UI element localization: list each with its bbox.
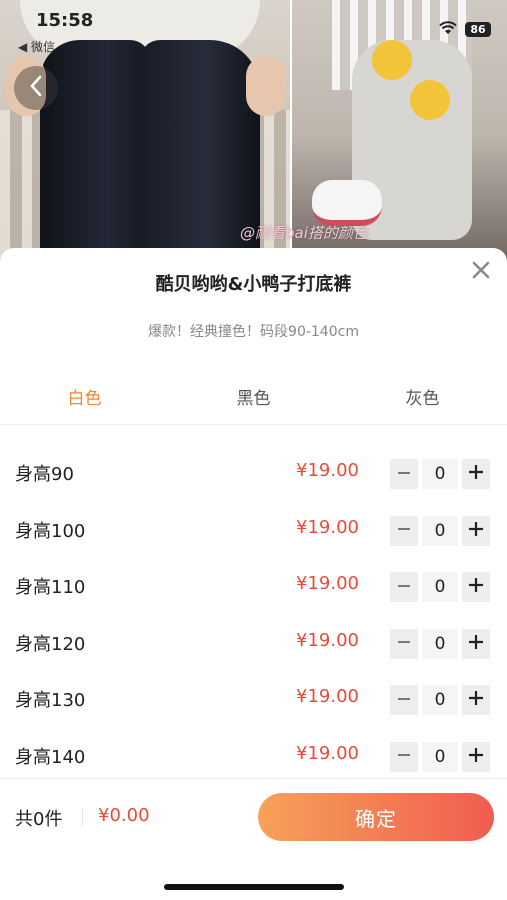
decrease-button[interactable] — [390, 741, 418, 772]
quantity-input[interactable]: 0 — [422, 741, 458, 772]
quantity-input[interactable]: 0 — [422, 515, 458, 546]
decrease-button[interactable] — [390, 572, 418, 602]
increase-button[interactable] — [462, 459, 490, 489]
minus-icon — [397, 747, 411, 766]
decrease-button[interactable] — [390, 515, 418, 546]
plus-icon — [468, 577, 484, 597]
increase-button[interactable] — [462, 685, 490, 715]
size-price: ¥19.00 — [296, 516, 359, 538]
increase-button[interactable] — [462, 741, 490, 772]
quantity-stepper: 0 — [390, 741, 490, 772]
product-photo: @耐看bai搭的颜色 — [0, 0, 507, 270]
increase-button[interactable] — [462, 628, 490, 659]
quantity-input[interactable]: 0 — [422, 685, 458, 715]
color-tabs: 白色 黑色 灰色 — [0, 376, 507, 422]
status-back-to-app[interactable]: ◀ 微信 — [18, 38, 55, 55]
home-indicator[interactable] — [164, 884, 344, 890]
wifi-icon — [439, 20, 457, 39]
size-row: 身高110 ¥19.00 0 — [0, 559, 507, 616]
minus-icon — [397, 521, 411, 540]
plus-icon — [468, 521, 484, 541]
size-label: 身高140 — [15, 746, 86, 768]
size-row: 身高90 ¥19.00 0 — [0, 446, 507, 503]
quantity-input[interactable]: 0 — [422, 459, 458, 489]
size-label: 身高100 — [15, 520, 86, 542]
product-title: 酷贝哟哟&小鸭子打底裤 — [155, 274, 352, 295]
quantity-input[interactable]: 0 — [422, 572, 458, 602]
quantity-stepper: 0 — [390, 572, 490, 602]
decrease-button[interactable] — [390, 685, 418, 715]
plus-icon — [468, 464, 484, 484]
tab-black[interactable]: 黑色 — [169, 376, 338, 422]
tab-white[interactable]: 白色 — [0, 376, 169, 422]
minus-icon — [397, 465, 411, 484]
plus-icon — [468, 690, 484, 710]
plus-icon — [468, 747, 484, 767]
size-label: 身高120 — [15, 633, 86, 655]
quantity-stepper: 0 — [390, 515, 490, 546]
tabs-divider — [0, 424, 507, 425]
battery-indicator: 86 — [465, 22, 491, 37]
size-price: ¥19.00 — [296, 629, 359, 651]
quantity-input[interactable]: 0 — [422, 628, 458, 659]
size-row: 身高100 ¥19.00 0 — [0, 503, 507, 560]
increase-button[interactable] — [462, 572, 490, 602]
decrease-button[interactable] — [390, 628, 418, 659]
tab-gray[interactable]: 灰色 — [338, 376, 507, 422]
status-time: 15:58 — [36, 10, 94, 31]
size-price: ¥19.00 — [296, 460, 359, 481]
quantity-stepper: 0 — [390, 685, 490, 715]
size-price: ¥19.00 — [296, 742, 359, 764]
footer-separator — [82, 808, 83, 826]
total-price: ¥0.00 — [98, 805, 150, 826]
size-row: 身高140 ¥19.00 0 — [0, 729, 507, 786]
size-price: ¥19.00 — [296, 686, 359, 707]
plus-icon — [468, 634, 484, 654]
minus-icon — [397, 578, 411, 597]
product-subtitle: 爆款！经典撞色！码段90-140cm — [148, 324, 359, 340]
size-row: 身高120 ¥19.00 0 — [0, 616, 507, 673]
size-label: 身高130 — [15, 690, 86, 711]
size-list: 身高90 ¥19.00 0 身高100 ¥19.00 0 身高110 ¥19.0… — [0, 446, 507, 785]
confirm-button[interactable]: 确定 — [258, 793, 494, 841]
quantity-stepper: 0 — [390, 628, 490, 659]
size-label: 身高110 — [15, 577, 86, 598]
size-label: 身高90 — [15, 464, 74, 485]
sku-selector-sheet: 酷贝哟哟&小鸭子打底裤 爆款！经典撞色！码段90-140cm 白色 黑色 灰色 … — [0, 248, 507, 900]
minus-icon — [397, 634, 411, 653]
back-button[interactable] — [14, 66, 58, 110]
decrease-button[interactable] — [390, 459, 418, 489]
size-row: 身高130 ¥19.00 0 — [0, 672, 507, 729]
size-price: ¥19.00 — [296, 573, 359, 594]
minus-icon — [397, 691, 411, 710]
chevron-left-icon — [29, 75, 43, 101]
quantity-stepper: 0 — [390, 459, 490, 489]
selected-count: 共0件 — [15, 809, 63, 830]
increase-button[interactable] — [462, 515, 490, 546]
footer-divider — [0, 778, 507, 779]
status-icons: 86 — [439, 20, 491, 39]
photo-watermark: @耐看bai搭的颜色 — [240, 224, 368, 242]
